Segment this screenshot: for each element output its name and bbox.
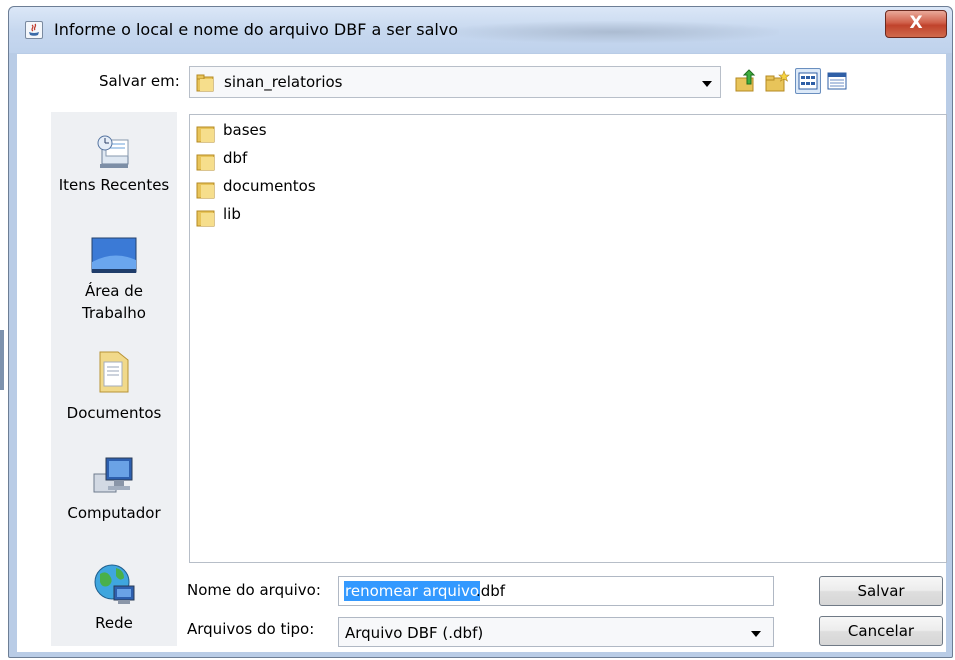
file-name: bases: [223, 121, 267, 139]
chevron-down-icon[interactable]: [702, 81, 712, 87]
place-recent-items[interactable]: Itens Recentes: [51, 130, 177, 196]
file-name: documentos: [223, 177, 316, 195]
place-label: Área de Trabalho: [82, 282, 146, 322]
place-desktop[interactable]: Área de Trabalho: [51, 236, 177, 324]
computer-icon: [90, 454, 138, 498]
place-label: Rede: [95, 614, 133, 632]
place-documents[interactable]: Documentos: [51, 348, 177, 424]
folder-icon: [196, 179, 216, 203]
folder-icon: [196, 123, 216, 147]
filename-extension-text: .dbf: [476, 582, 506, 600]
recent-items-icon: [92, 130, 136, 174]
file-name: lib: [223, 205, 241, 223]
network-icon: [90, 560, 138, 608]
place-label: Documentos: [66, 404, 162, 422]
up-folder-icon[interactable]: [733, 68, 759, 94]
desktop-icon: [90, 236, 138, 276]
close-button[interactable]: X: [885, 10, 947, 38]
save-in-combo[interactable]: sinan_relatorios: [189, 66, 721, 98]
file-list[interactable]: bases dbf documentos lib: [189, 114, 947, 563]
current-folder-text: sinan_relatorios: [224, 73, 343, 91]
filetype-label: Arquivos do tipo:: [187, 620, 315, 638]
filename-input[interactable]: renomear arquivo .dbf: [338, 576, 774, 606]
title-bar[interactable]: Informe o local e nome do arquivo DBF a …: [9, 7, 952, 53]
new-folder-icon[interactable]: [764, 68, 790, 94]
place-label: Itens Recentes: [58, 176, 170, 194]
folder-icon: [196, 151, 216, 175]
place-network[interactable]: Rede: [51, 560, 177, 634]
place-computer[interactable]: Computador: [51, 454, 177, 524]
dialog-body: Salvar em: sinan_relatorios Itens Recent…: [17, 54, 947, 652]
filename-label: Nome do arquivo:: [187, 581, 321, 599]
place-label: Computador: [67, 504, 161, 522]
filename-selected-text: renomear arquivo: [344, 581, 481, 601]
folder-icon: [196, 207, 216, 231]
chevron-down-icon[interactable]: [751, 631, 761, 637]
filetype-value: Arquivo DBF (.dbf): [345, 624, 484, 642]
details-view-icon[interactable]: [824, 68, 850, 94]
save-dialog: Informe o local e nome do arquivo DBF a …: [8, 6, 953, 658]
folder-icon: [196, 74, 216, 96]
list-view-icon[interactable]: [795, 68, 821, 94]
window-title: Informe o local e nome do arquivo DBF a …: [54, 20, 459, 39]
save-in-label: Salvar em:: [99, 72, 180, 90]
places-bar: Itens Recentes Área de Trabalho Document…: [51, 112, 177, 646]
filetype-select[interactable]: Arquivo DBF (.dbf): [338, 617, 774, 647]
documents-icon: [94, 348, 134, 396]
save-button[interactable]: Salvar: [819, 576, 943, 606]
background-window-edge: [0, 330, 4, 390]
java-app-icon: [25, 21, 43, 39]
cancel-button[interactable]: Cancelar: [819, 616, 943, 646]
title-bar-glass: [449, 21, 779, 43]
file-name: dbf: [223, 149, 248, 167]
